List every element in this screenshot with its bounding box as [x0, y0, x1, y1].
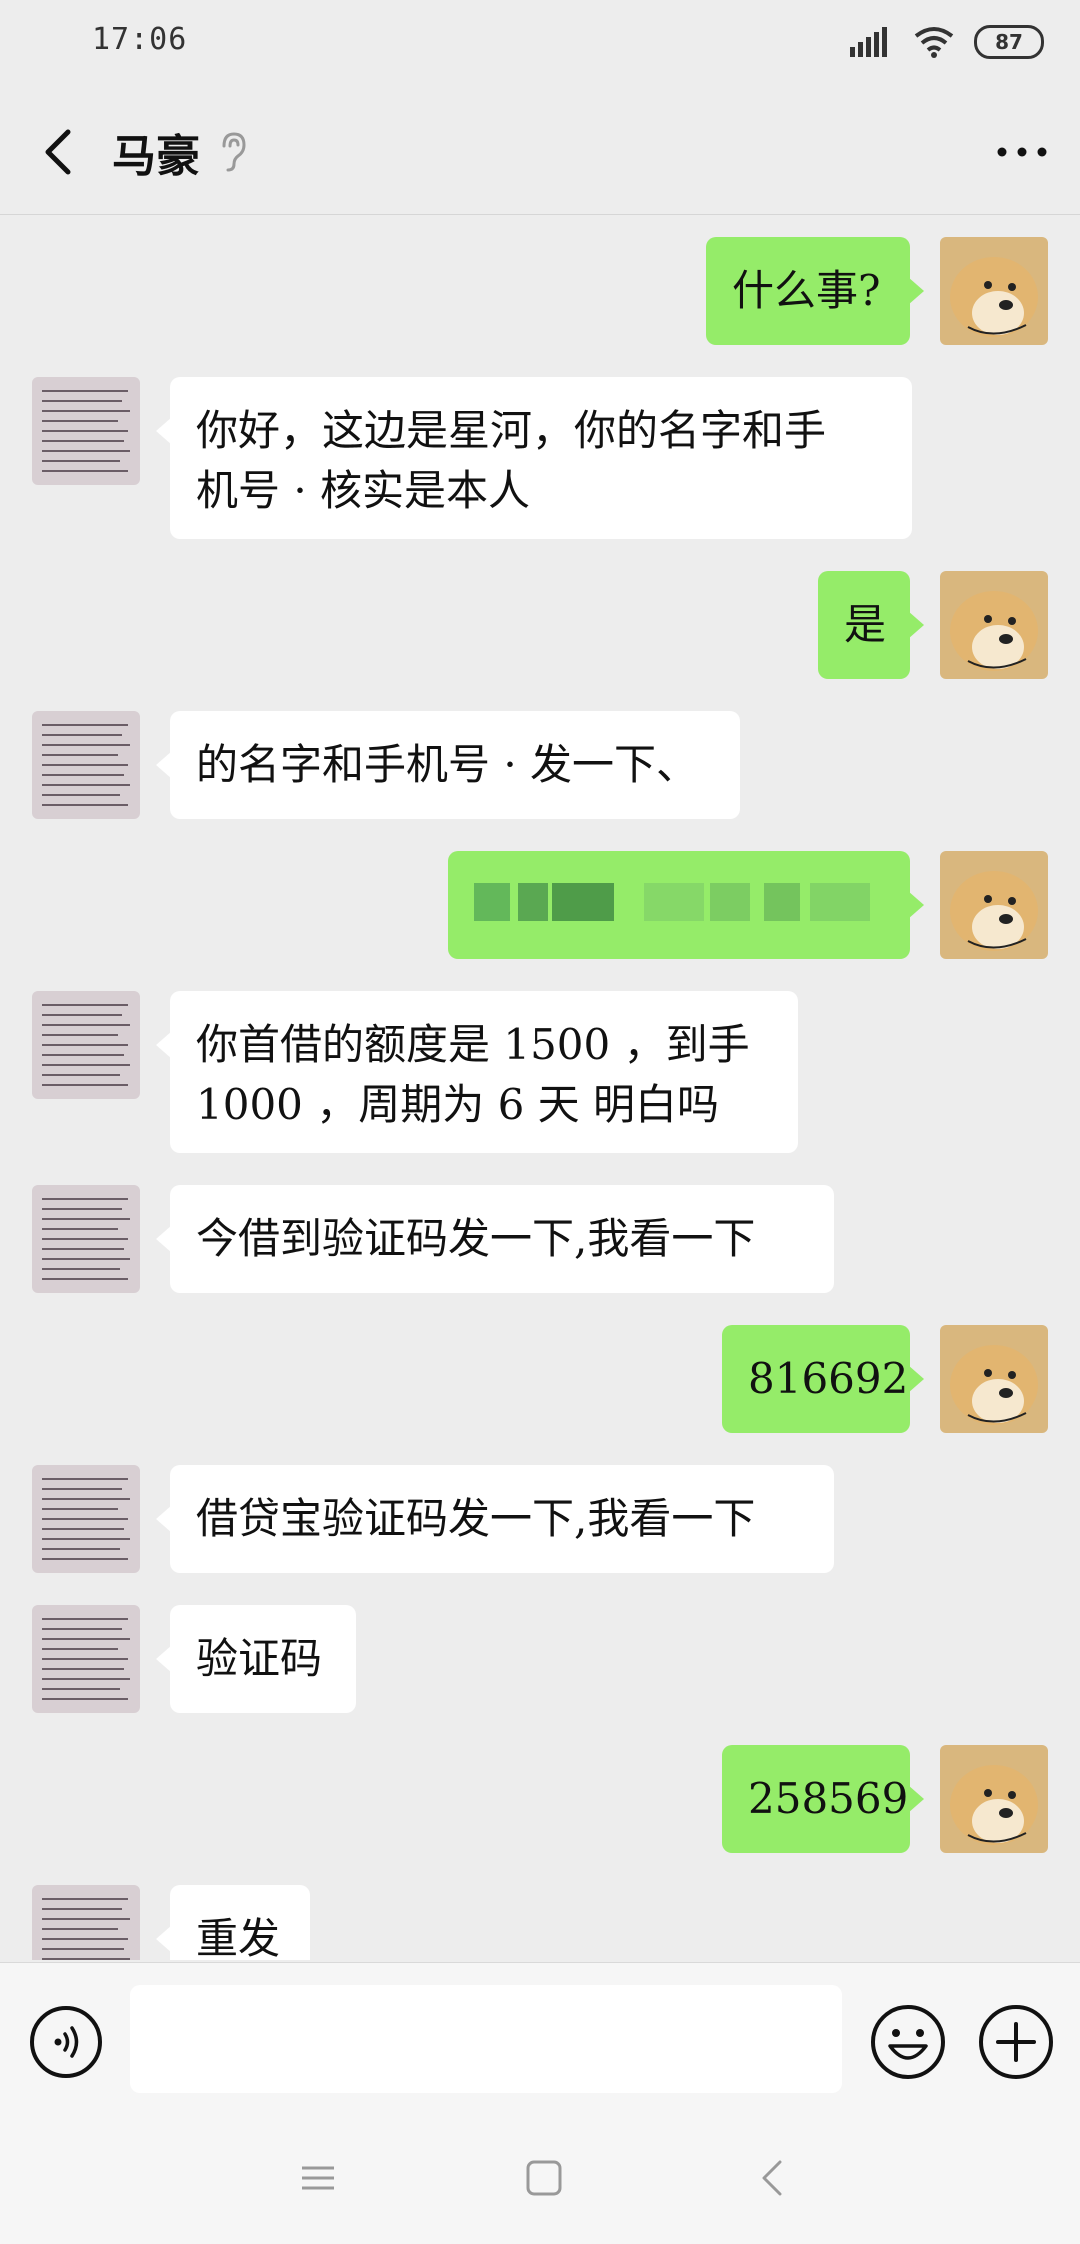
contact-avatar[interactable]: [32, 991, 140, 1099]
system-nav-bar: [0, 2112, 1080, 2244]
my-avatar[interactable]: [940, 851, 1048, 959]
message-text: 重发: [196, 1914, 281, 1960]
message-text: 借贷宝验证码发一下,我看一下: [196, 1494, 756, 1543]
message-text: 什么事?: [732, 266, 881, 315]
sent-message-bubble[interactable]: 816692: [722, 1325, 924, 1433]
message-text-line: 1000 ，周期为 6 天 明白吗: [196, 1080, 720, 1129]
contact-avatar[interactable]: [32, 711, 140, 819]
contact-avatar[interactable]: [32, 377, 140, 485]
message-text-line: 机号 · 核实是本人: [196, 466, 531, 515]
chat-title[interactable]: 马豪: [112, 120, 200, 184]
my-avatar[interactable]: [940, 571, 1048, 679]
message-list[interactable]: 什么事? 你好，这边是星河，你的名字和手 机号 · 核实是本人 是 的名字和手机…: [0, 215, 1080, 1960]
received-message-bubble[interactable]: 今借到验证码发一下,我看一下: [156, 1185, 834, 1293]
my-avatar[interactable]: [940, 237, 1048, 345]
chevron-left-icon[interactable]: [28, 118, 88, 186]
input-bar: [0, 1962, 1080, 2113]
signal-icon: [850, 27, 887, 57]
received-message-bubble[interactable]: 借贷宝验证码发一下,我看一下: [156, 1465, 834, 1573]
message-text-line: 你首借的额度是 1500 ，到手: [196, 1020, 750, 1069]
sent-message-bubble[interactable]: 是: [818, 571, 924, 679]
sent-message-bubble[interactable]: 什么事?: [706, 237, 924, 345]
message-text: 的名字和手机号 · 发一下、: [196, 740, 699, 789]
wifi-icon: [914, 27, 954, 58]
contact-avatar[interactable]: [32, 1885, 140, 1960]
contact-avatar[interactable]: [32, 1185, 140, 1293]
my-avatar[interactable]: [940, 1745, 1048, 1853]
received-message-bubble[interactable]: 的名字和手机号 · 发一下、: [156, 711, 740, 819]
message-text: 验证码: [196, 1634, 323, 1683]
message-text: 816692: [748, 1354, 909, 1403]
battery-indicator: 87: [974, 25, 1044, 59]
contact-avatar[interactable]: [32, 1465, 140, 1573]
status-icons: 87: [850, 20, 1044, 64]
home-square-icon[interactable]: [522, 2156, 566, 2200]
plus-icon[interactable]: [976, 2002, 1056, 2082]
sent-message-bubble[interactable]: 258569: [722, 1745, 924, 1853]
message-text: 是: [844, 600, 887, 649]
received-message-bubble[interactable]: 重发: [156, 1885, 310, 1960]
received-message-bubble[interactable]: 验证码: [156, 1605, 356, 1713]
recents-menu-icon[interactable]: [296, 2156, 340, 2200]
message-input[interactable]: [130, 1985, 842, 2093]
received-message-bubble[interactable]: 你首借的额度是 1500 ，到手 1000 ，周期为 6 天 明白吗: [156, 991, 798, 1153]
status-bar: 17:06 87: [0, 0, 1080, 90]
voice-input-icon[interactable]: [28, 2004, 104, 2080]
ear-icon: [222, 132, 246, 172]
message-text-line: 你好，这边是星河，你的名字和手: [196, 406, 827, 455]
emoji-icon[interactable]: [868, 2002, 948, 2082]
more-dots-icon[interactable]: [990, 124, 1054, 180]
message-text: 今借到验证码发一下,我看一下: [196, 1214, 756, 1263]
contact-avatar[interactable]: [32, 1605, 140, 1713]
message-text: 258569: [748, 1774, 909, 1823]
status-time: 17:06: [92, 22, 188, 57]
my-avatar[interactable]: [940, 1325, 1048, 1433]
chat-header: 马豪: [0, 90, 1080, 215]
received-message-bubble[interactable]: 你好，这边是星河，你的名字和手 机号 · 核实是本人: [156, 377, 912, 539]
nav-back-icon[interactable]: [752, 2156, 796, 2200]
redacted-message-bubble[interactable]: [448, 851, 924, 959]
